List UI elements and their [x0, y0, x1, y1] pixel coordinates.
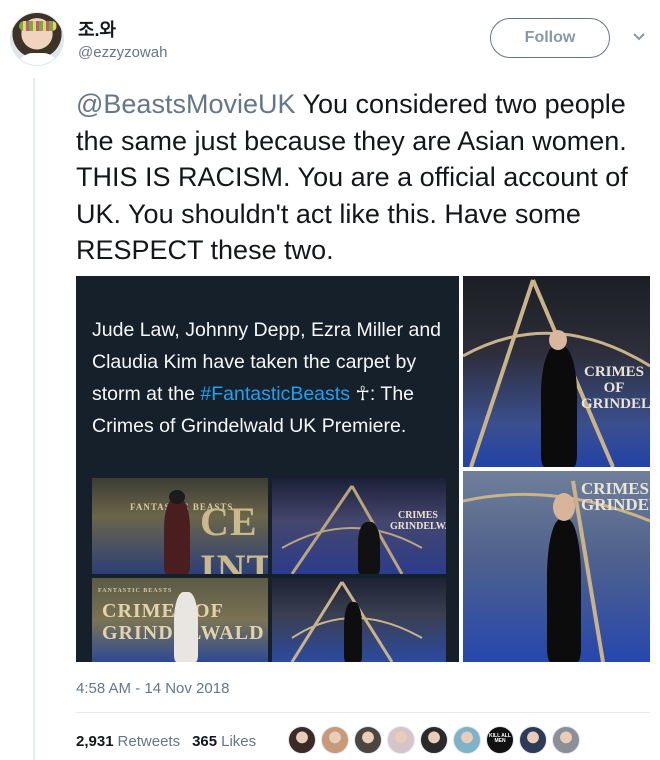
- display-name[interactable]: 조.와: [78, 16, 116, 42]
- tweet-header: 조.와 @ezzyzowah Follow: [0, 0, 660, 80]
- person-figure: [358, 522, 380, 574]
- avatar[interactable]: [10, 12, 64, 66]
- media-photo-strapless-gown[interactable]: CRIMES GRINDELWALD: [463, 471, 650, 662]
- retweets-count[interactable]: 2,931: [76, 733, 114, 750]
- user-handle[interactable]: @ezzyzowah: [78, 44, 167, 61]
- liker-avatar[interactable]: [387, 726, 415, 754]
- liker-avatar[interactable]: [453, 726, 481, 754]
- divider: [76, 712, 650, 713]
- avatar-shirt: [17, 53, 59, 65]
- thumb-jude-law: FANTASTIC BEASTS CE INT: [92, 478, 268, 574]
- chevron-down-icon[interactable]: [632, 30, 646, 44]
- liker-avatar[interactable]: [552, 726, 580, 754]
- flower-crown: [19, 21, 57, 31]
- thumb-word: CRIMES GRINDELWALD: [390, 510, 446, 532]
- mention-link[interactable]: @BeastsMovieUK: [76, 89, 295, 119]
- liker-avatar[interactable]: [420, 726, 448, 754]
- person-figure: [547, 519, 581, 662]
- liker-avatars: KILL ALL MEN: [288, 726, 585, 754]
- tweet-media[interactable]: Jude Law, Johnny Depp, Ezra Miller and C…: [76, 276, 650, 662]
- embedded-tweet-text: Jude Law, Johnny Depp, Ezra Miller and C…: [92, 314, 452, 442]
- liker-avatar[interactable]: [321, 726, 349, 754]
- likes-label[interactable]: Likes: [221, 733, 256, 750]
- person-head: [169, 490, 185, 504]
- retweets-label[interactable]: Retweets: [118, 733, 181, 750]
- tweet-stats: 2,931 Retweets 365 Likes: [76, 730, 256, 752]
- poster-word: CRIMES OF GRINDELWALD: [581, 364, 650, 412]
- media-photo-black-dress[interactable]: CRIMES OF GRINDELWALD: [463, 276, 650, 467]
- thumb-big-word: CE INT: [200, 499, 268, 574]
- tweet-timestamp[interactable]: 4:58 AM - 14 Nov 2018: [76, 680, 229, 697]
- thumb-johnny-depp: CRIMES GRINDELWALD: [272, 478, 446, 574]
- person-figure: [164, 498, 190, 574]
- liker-avatar-text: KILL ALL MEN: [489, 733, 511, 744]
- thumb-claudia-kim: [272, 578, 446, 662]
- person-figure: [344, 602, 362, 662]
- follow-button[interactable]: Follow: [490, 18, 610, 58]
- person-figure: [174, 592, 198, 662]
- tweet-text: @BeastsMovieUK You considered two people…: [76, 86, 646, 269]
- media-screenshot-tweet[interactable]: Jude Law, Johnny Depp, Ezra Miller and C…: [76, 276, 459, 662]
- liker-avatar[interactable]: KILL ALL MEN: [486, 726, 514, 754]
- embedded-hashtag: #FantasticBeasts: [200, 383, 350, 405]
- poster-word: CRIMES GRINDELWALD: [581, 479, 650, 514]
- liker-avatar[interactable]: [519, 726, 547, 754]
- person-head: [553, 493, 575, 521]
- thread-line: [33, 78, 35, 760]
- person-head: [549, 330, 567, 350]
- thumb-small-word: FANTASTIC BEASTS: [98, 588, 173, 594]
- liker-avatar[interactable]: [354, 726, 382, 754]
- likes-count[interactable]: 365: [192, 733, 217, 750]
- thumb-ezra-miller: FANTASTIC BEASTS CRIMES OF GRINDELWALD: [92, 578, 268, 662]
- person-figure: [541, 346, 577, 467]
- liker-avatar[interactable]: [288, 726, 316, 754]
